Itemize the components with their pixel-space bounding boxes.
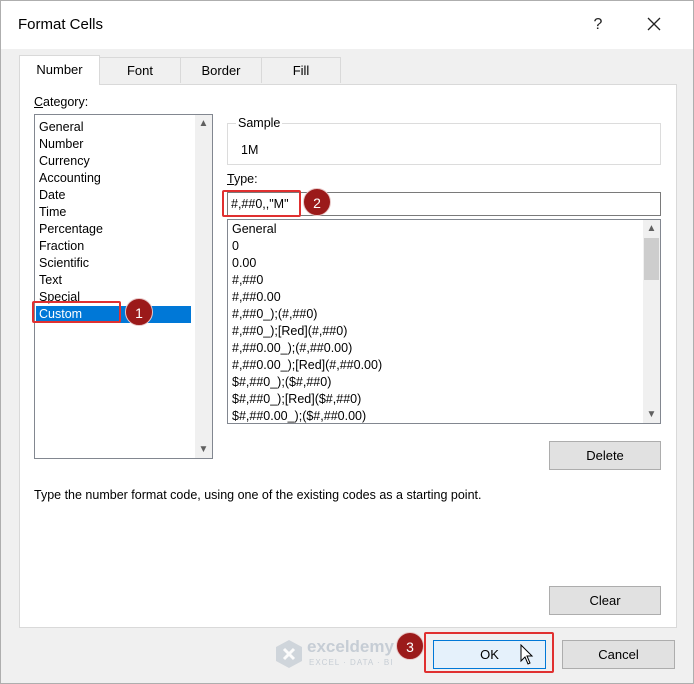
close-button[interactable]: [639, 11, 669, 39]
step-badge-2: 2: [303, 188, 331, 216]
delete-button[interactable]: Delete: [549, 441, 661, 470]
category-item-time[interactable]: Time: [38, 204, 66, 221]
format-item[interactable]: #,##0.00_);(#,##0.00): [231, 340, 352, 357]
exceldemy-logo-icon: [276, 640, 302, 668]
help-button[interactable]: ?: [587, 13, 609, 37]
tab-fill[interactable]: Fill: [261, 57, 341, 83]
tab-border[interactable]: Border: [180, 57, 262, 83]
category-label: Category:: [34, 95, 89, 109]
category-item-general[interactable]: General: [38, 119, 83, 136]
scroll-up-icon[interactable]: ▲: [195, 115, 212, 132]
category-list[interactable]: General Number Currency Accounting Date …: [34, 114, 213, 459]
title-bar: Format Cells ?: [1, 1, 693, 49]
step-badge-1: 1: [125, 298, 153, 326]
clear-button-label: Clear: [589, 593, 621, 608]
delete-button-label: Delete: [586, 448, 624, 463]
sample-label: Sample: [236, 116, 283, 130]
scroll-thumb[interactable]: [644, 238, 659, 280]
close-icon: [647, 17, 661, 31]
watermark-tagline: EXCEL · DATA · BI: [309, 658, 394, 667]
highlight-custom: [32, 301, 121, 323]
tab-number[interactable]: Number: [19, 55, 100, 85]
category-item-accounting[interactable]: Accounting: [38, 170, 101, 187]
sample-group: Sample 1M: [227, 116, 661, 165]
format-item[interactable]: General: [231, 221, 276, 238]
category-item-text[interactable]: Text: [38, 272, 62, 289]
category-scrollbar[interactable]: ▲ ▼: [195, 115, 212, 458]
category-item-percentage[interactable]: Percentage: [38, 221, 103, 238]
watermark-name: exceldemy: [307, 637, 394, 656]
dialog-title: Format Cells: [18, 16, 104, 33]
scroll-down-icon[interactable]: ▼: [195, 441, 212, 458]
highlight-ok-button: [424, 632, 554, 673]
category-item-fraction[interactable]: Fraction: [38, 238, 84, 255]
step-badge-3: 3: [396, 632, 424, 660]
format-scrollbar[interactable]: ▲ ▼: [643, 220, 660, 423]
watermark: exceldemy EXCEL · DATA · BI: [275, 637, 415, 671]
format-item[interactable]: 0: [231, 238, 239, 255]
scroll-down-icon[interactable]: ▼: [643, 406, 660, 423]
scroll-up-icon[interactable]: ▲: [643, 220, 660, 237]
category-item-date[interactable]: Date: [38, 187, 65, 204]
clear-button[interactable]: Clear: [549, 586, 661, 615]
format-item[interactable]: #,##0_);[Red](#,##0): [231, 323, 347, 340]
format-cells-dialog: Format Cells ? Number Font Border Fill C…: [0, 0, 694, 684]
description-text: Type the number format code, using one o…: [34, 488, 482, 502]
type-label: Type:: [227, 172, 258, 186]
sample-value: 1M: [241, 143, 259, 157]
format-item[interactable]: #,##0.00_);[Red](#,##0.00): [231, 357, 382, 374]
format-item[interactable]: #,##0_);(#,##0): [231, 306, 317, 323]
format-item[interactable]: $#,##0.00_);($#,##0.00): [231, 408, 366, 423]
highlight-type-input: [222, 190, 301, 217]
mouse-cursor-icon: [520, 644, 534, 665]
format-item[interactable]: 0.00: [231, 255, 256, 272]
category-item-currency[interactable]: Currency: [38, 153, 90, 170]
tab-font[interactable]: Font: [99, 57, 181, 83]
number-tab-panel: Category: General Number Currency Accoun…: [19, 84, 677, 628]
cancel-button[interactable]: Cancel: [562, 640, 675, 669]
format-code-list[interactable]: General 0 0.00 #,##0 #,##0.00 #,##0_);(#…: [227, 219, 661, 424]
format-item[interactable]: #,##0.00: [231, 289, 281, 306]
category-item-number[interactable]: Number: [38, 136, 83, 153]
format-item[interactable]: $#,##0_);[Red]($#,##0): [231, 391, 361, 408]
format-item[interactable]: $#,##0_);($#,##0): [231, 374, 331, 391]
category-item-scientific[interactable]: Scientific: [38, 255, 89, 272]
format-item[interactable]: #,##0: [231, 272, 263, 289]
